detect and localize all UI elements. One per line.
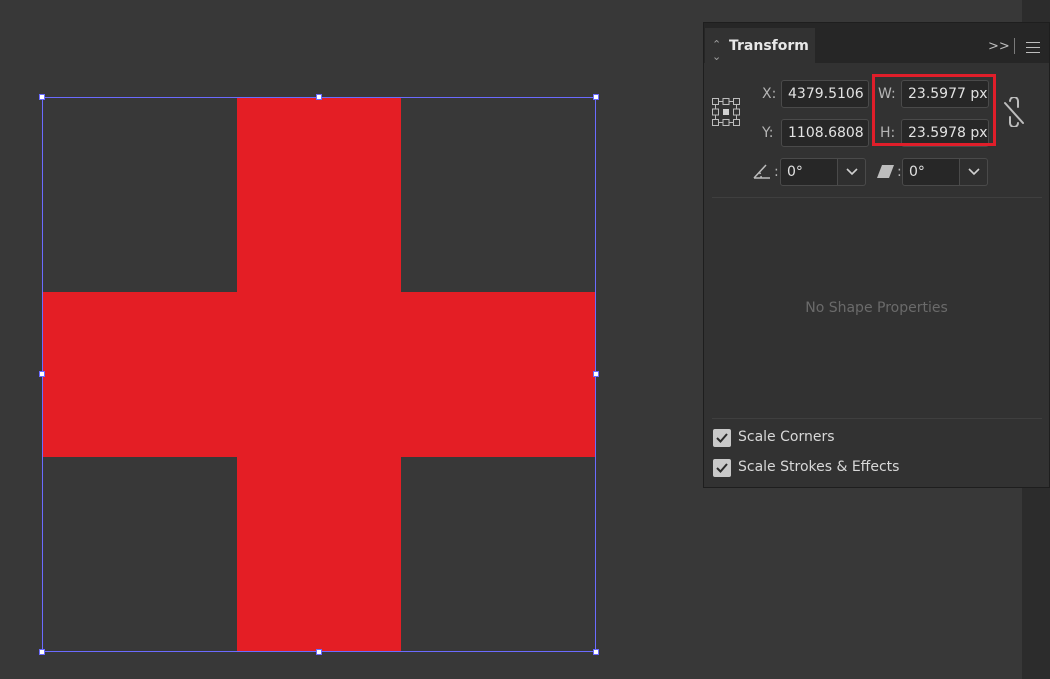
checkmark-icon [716,463,728,473]
selection-bounding-box[interactable] [42,97,596,652]
handle-bottom-center[interactable] [316,649,322,655]
handle-top-right[interactable] [593,94,599,100]
rotate-colon: : [774,164,779,180]
handle-top-left[interactable] [39,94,45,100]
x-label: X: [762,86,777,102]
chevron-down-icon [968,168,980,176]
handle-middle-right[interactable] [593,371,599,377]
scale-corners-label[interactable]: Scale Corners [738,429,835,445]
y-label: Y: [762,125,774,141]
transform-panel: ⌃⌄ Transform >> X: 4379.5106 px Y: 1108.… [703,22,1050,488]
section-divider [712,197,1042,198]
scale-corners-checkbox[interactable] [713,429,731,447]
panel-menu-icon[interactable] [1026,42,1040,57]
handle-top-center[interactable] [316,94,322,100]
scale-strokes-label[interactable]: Scale Strokes & Effects [738,459,899,475]
handle-middle-left[interactable] [39,371,45,377]
shear-input[interactable]: 0° [902,158,960,186]
rotate-icon [753,164,770,179]
collapse-panel-icon[interactable]: >> [988,39,1010,54]
reorder-arrows-icon[interactable]: ⌃ ⌄ [712,39,721,63]
y-input[interactable]: 1108.6808 px [781,119,869,147]
rotate-dropdown[interactable] [838,158,866,186]
handle-bottom-right[interactable] [593,649,599,655]
rotate-input[interactable]: 0° [780,158,838,186]
shear-colon: : [897,164,902,180]
chevron-down-icon [846,168,858,176]
header-divider [1014,38,1015,54]
scale-strokes-checkbox[interactable] [713,459,731,477]
reference-point-icon[interactable] [711,97,741,127]
tab-transform[interactable]: ⌃ ⌄ Transform [705,28,815,63]
shear-dropdown[interactable] [960,158,988,186]
no-shape-properties-text: No Shape Properties [805,300,948,316]
wh-highlight-annotation [872,74,996,146]
checkmark-icon [716,433,728,443]
constrain-proportions-icon[interactable] [1001,97,1027,127]
tab-label: Transform [729,38,809,54]
shear-icon [877,165,894,178]
x-input[interactable]: 4379.5106 px [781,80,869,108]
handle-bottom-left[interactable] [39,649,45,655]
panel-header: ⌃ ⌄ Transform >> [704,23,1049,63]
section-divider [712,418,1042,419]
